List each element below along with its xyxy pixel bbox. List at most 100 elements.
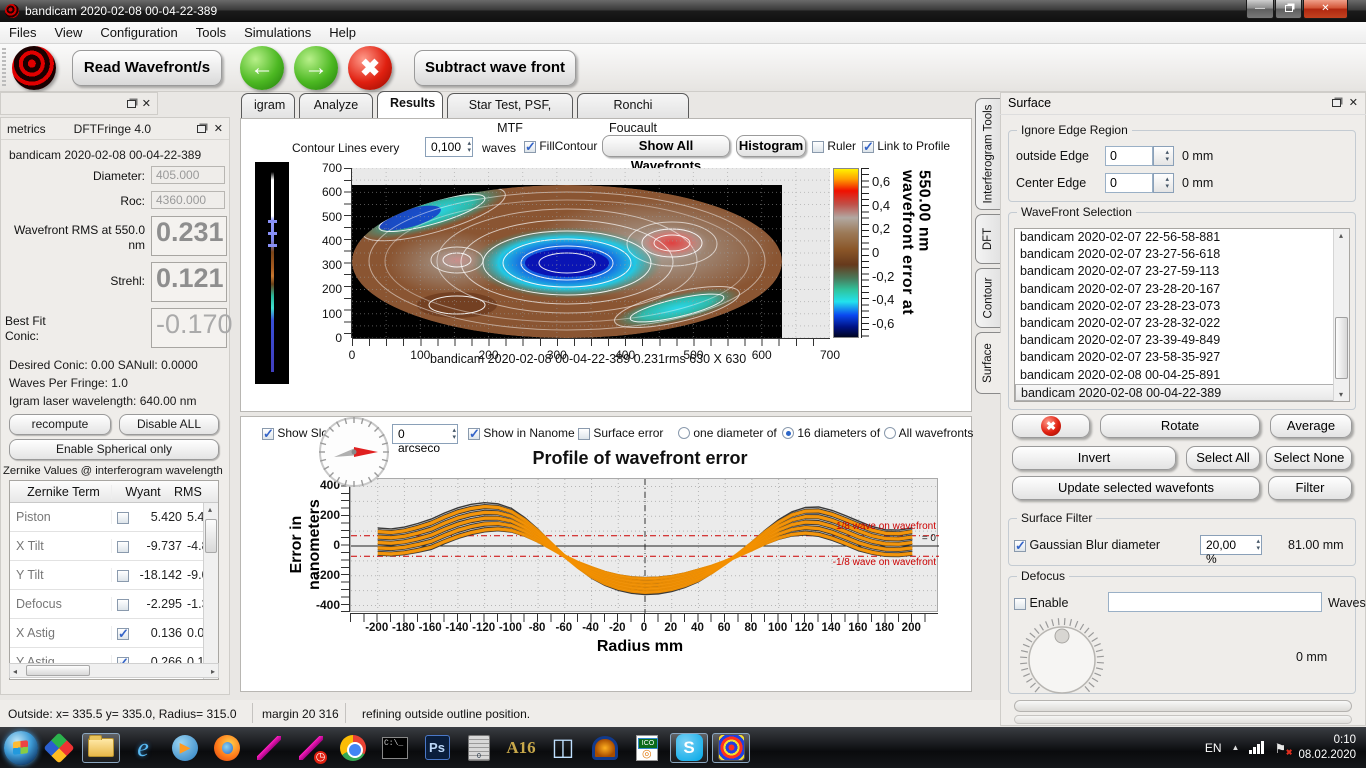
menu-item-help[interactable]: Help: [320, 23, 365, 42]
tab-star-test[interactable]: Star Test, PSF, MTF: [447, 93, 573, 118]
zernike-row-piston[interactable]: Piston5.4205.420: [10, 503, 218, 532]
outside-edge-field[interactable]: 0: [1105, 146, 1153, 166]
calculator-icon[interactable]: 0: [464, 733, 494, 763]
menu-item-tools[interactable]: Tools: [187, 23, 235, 42]
spin-up-icon[interactable]: ▴: [467, 140, 471, 147]
profile-angle-dial[interactable]: [316, 414, 392, 490]
wavefront-list[interactable]: bandicam 2020-02-07 22-56-58-881bandicam…: [1014, 228, 1350, 402]
surface-error-checkbox[interactable]: Surface error: [578, 426, 663, 440]
outside-edge-spinner[interactable]: ▴▾: [1153, 146, 1174, 166]
enable-spherical-button[interactable]: Enable Spherical only: [9, 439, 219, 460]
zernike-col-term[interactable]: Zernike Term: [10, 485, 112, 499]
zernike-col-wyant[interactable]: Wyant: [112, 485, 174, 499]
defocus-slider-secondary[interactable]: [1014, 715, 1352, 724]
zernike-hscroll-thumb[interactable]: [26, 665, 90, 676]
menu-item-configuration[interactable]: Configuration: [91, 23, 186, 42]
explorer-icon[interactable]: [82, 733, 120, 763]
checkbox-checked-icon[interactable]: [117, 628, 129, 640]
skype-icon[interactable]: S: [670, 733, 708, 763]
tab-igram[interactable]: igram: [241, 93, 295, 118]
wavefront-list-item[interactable]: bandicam 2020-02-07 23-28-23-073: [1015, 298, 1349, 315]
delete-selected-button[interactable]: ✖: [1012, 414, 1090, 438]
wavefront-list-item[interactable]: bandicam 2020-02-07 23-28-20-167: [1015, 281, 1349, 298]
action-center-flag-icon[interactable]: [1274, 741, 1288, 755]
defocus-knob[interactable]: [1016, 614, 1108, 706]
audio-editor-icon[interactable]: [590, 733, 620, 763]
scroll-left-icon[interactable]: ◂: [13, 667, 17, 676]
ruler-checkbox[interactable]: Ruler: [812, 139, 856, 153]
side-tab-contour[interactable]: Contour: [975, 268, 1000, 328]
pen-clock-icon[interactable]: [296, 733, 326, 763]
profile-chart-plot[interactable]: [350, 478, 938, 612]
fillcontour-checkbox[interactable]: FillContour: [524, 139, 597, 153]
spin-down-icon[interactable]: ▾: [452, 434, 456, 441]
next-wavefront-button[interactable]: →: [294, 46, 338, 90]
float-dock-icon[interactable]: [127, 100, 136, 108]
wavefront-list-item[interactable]: bandicam 2020-02-07 23-58-35-927: [1015, 349, 1349, 366]
zernike-row-x-astig[interactable]: X Astig0.1360.056: [10, 619, 218, 648]
menu-item-view[interactable]: View: [45, 23, 91, 42]
wavefront-side-thumbnail[interactable]: [255, 162, 289, 384]
wavefront-list-item[interactable]: bandicam 2020-02-07 23-27-56-618: [1015, 246, 1349, 263]
zernike-checkbox[interactable]: [112, 597, 134, 611]
wavefront-list-item[interactable]: bandicam 2020-02-08 00-04-25-891: [1015, 367, 1349, 384]
defocus-slider[interactable]: [1014, 700, 1352, 712]
network-signal-icon[interactable]: [1249, 741, 1264, 754]
zernike-vscroll-thumb[interactable]: [205, 519, 217, 553]
dftfringe-icon[interactable]: [712, 733, 750, 763]
invert-button[interactable]: Invert: [1012, 446, 1176, 470]
center-edge-spinner[interactable]: ▴▾: [1153, 173, 1174, 193]
roc-field[interactable]: 4360.000: [151, 191, 225, 209]
scroll-right-icon[interactable]: ▸: [211, 667, 215, 676]
all-wavefronts-radio[interactable]: All wavefronts: [884, 426, 973, 440]
select-none-button[interactable]: Select None: [1266, 446, 1352, 470]
link-to-profile-checkbox[interactable]: Link to Profile: [862, 139, 950, 153]
recompute-button[interactable]: recompute: [9, 414, 111, 435]
diameter-field[interactable]: 405.000: [151, 166, 225, 184]
zernike-checkbox[interactable]: [112, 510, 134, 524]
slope-spinner[interactable]: 0 arcseco ▴▾: [392, 424, 458, 444]
language-indicator[interactable]: EN: [1205, 741, 1222, 755]
media-player-icon[interactable]: ▶: [170, 733, 200, 763]
font-tool-icon[interactable]: A16: [506, 733, 536, 763]
wavefront-contour-map[interactable]: [352, 168, 830, 338]
menu-item-files[interactable]: Files: [0, 23, 45, 42]
zernike-col-rms[interactable]: RMS: [174, 485, 208, 499]
restore-button[interactable]: [1275, 0, 1302, 19]
checkbox-icon[interactable]: [117, 570, 129, 582]
zernike-vscrollbar[interactable]: ▴ ▾: [203, 503, 218, 679]
cube-3d-icon[interactable]: ◫: [548, 733, 578, 763]
metrics-tab-label[interactable]: metrics: [7, 122, 46, 136]
zernike-checkbox[interactable]: [112, 568, 134, 582]
center-edge-field[interactable]: 0: [1105, 173, 1153, 193]
average-button[interactable]: Average: [1270, 414, 1352, 438]
gaussian-percent-spinner[interactable]: 20,00 % ▴▾: [1200, 535, 1262, 555]
chrome-icon[interactable]: [338, 733, 368, 763]
side-tab-dft[interactable]: DFT: [975, 214, 1000, 264]
clock[interactable]: 0:10 08.02.2020: [1298, 733, 1356, 762]
gaussian-blur-checkbox[interactable]: Gaussian Blur diameter: [1014, 538, 1160, 552]
rotate-button[interactable]: Rotate: [1100, 414, 1260, 438]
select-all-button[interactable]: Select All: [1186, 446, 1260, 470]
previous-wavefront-button[interactable]: ←: [240, 46, 284, 90]
minimize-button[interactable]: —: [1246, 0, 1274, 19]
wavefront-list-item[interactable]: bandicam 2020-02-07 23-28-32-022: [1015, 315, 1349, 332]
subtract-wavefront-button[interactable]: Subtract wave front: [414, 50, 576, 86]
read-wavefronts-button[interactable]: Read Wavefront/s: [72, 50, 222, 86]
wavefront-list-item[interactable]: bandicam 2020-02-07 23-27-59-113: [1015, 263, 1349, 280]
tray-expand-icon[interactable]: ▲: [1232, 743, 1240, 752]
defocus-enable-checkbox[interactable]: Enable: [1014, 596, 1068, 610]
fringe-logo-icon[interactable]: [12, 46, 56, 90]
color-picker-icon[interactable]: [44, 733, 74, 763]
update-selected-button[interactable]: Update selected wavefonts: [1012, 476, 1260, 500]
filter-button[interactable]: Filter: [1268, 476, 1352, 500]
zernike-row-y-tilt[interactable]: Y Tilt-18.142-9.0: [10, 561, 218, 590]
command-prompt-icon[interactable]: C:\_: [380, 733, 410, 763]
wavefront-list-item[interactable]: bandicam 2020-02-08 00-04-22-389: [1015, 384, 1349, 401]
scroll-up-icon[interactable]: ▴: [208, 505, 212, 514]
float-metrics-icon[interactable]: [197, 125, 206, 133]
zernike-hscrollbar[interactable]: ◂ ▸: [9, 663, 219, 678]
sixteen-diameters-radio[interactable]: 16 diameters of: [782, 426, 880, 440]
tab-ronchi-foucault[interactable]: Ronchi Foucault: [577, 93, 689, 118]
one-diameter-radio[interactable]: one diameter of: [678, 426, 777, 440]
